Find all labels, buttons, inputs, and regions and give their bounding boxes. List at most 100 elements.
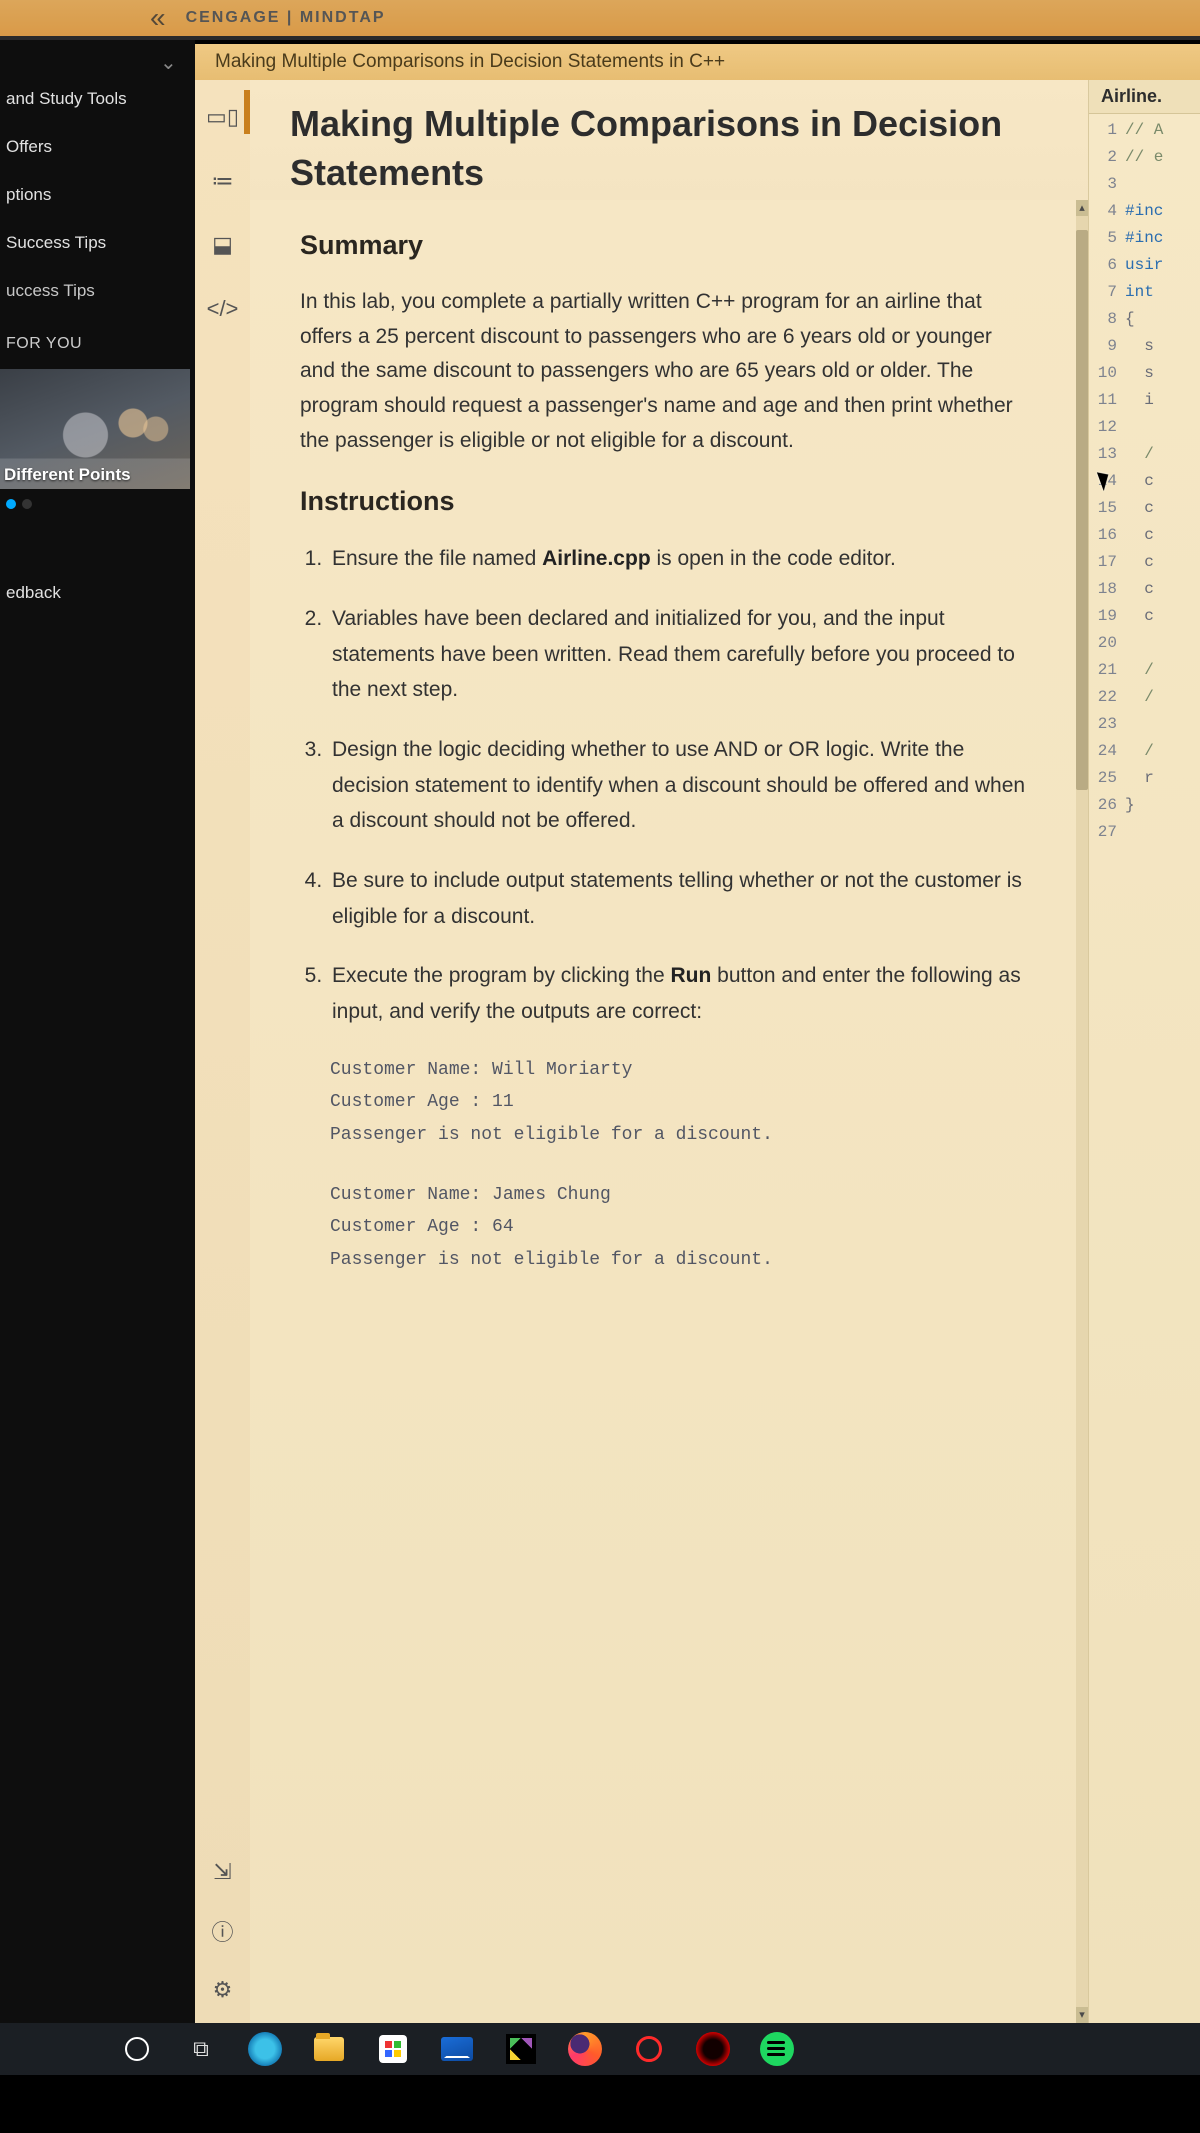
line-number: 10 (1089, 364, 1125, 382)
file-explorer-icon[interactable] (312, 2032, 346, 2066)
code-line[interactable]: 7int (1089, 278, 1200, 305)
code-editor-pane[interactable]: Airline. 1// A2// e 3 4#inc5#inc6usir7int8… (1088, 80, 1200, 2023)
code-line[interactable]: 24 / (1089, 737, 1200, 764)
firefox-icon[interactable] (568, 2032, 602, 2066)
code-line[interactable]: 6usir (1089, 251, 1200, 278)
opera-gx-icon[interactable] (696, 2032, 730, 2066)
line-number: 21 (1089, 661, 1125, 679)
start-menu-icon[interactable] (120, 2032, 154, 2066)
sample-io-2: Customer Name: James Chung Customer Age … (330, 1179, 1030, 1276)
code-line[interactable]: 16 c (1089, 521, 1200, 548)
code-text: c (1125, 607, 1154, 625)
line-number: 18 (1089, 580, 1125, 598)
sidebar-item-offers[interactable]: Offers (0, 123, 195, 171)
instruction-step-4: Be sure to include output statements tel… (328, 863, 1030, 934)
carousel-dots[interactable] (0, 489, 195, 509)
code-line[interactable]: 9 s (1089, 332, 1200, 359)
sidebar-collapse-icon[interactable]: ⌄ (0, 40, 195, 75)
brand-label: CENGAGE | MINDTAP (186, 9, 386, 27)
windows-taskbar[interactable]: ⧉ (0, 2023, 1200, 2075)
line-number: 3 (1089, 175, 1125, 193)
sidebar-item-study-tools[interactable]: and Study Tools (0, 75, 195, 123)
book-icon[interactable]: ▭▯ (206, 104, 239, 130)
scroll-up-icon[interactable]: ▴ (1076, 200, 1088, 216)
sidebar-recommended-heading: FOR YOU (0, 315, 195, 361)
code-lines[interactable]: 1// A2// e34#inc5#inc6usir7int8{9 s10 s1… (1089, 114, 1200, 845)
settings-icon[interactable]: ⚙ (213, 1977, 233, 2003)
line-number: 17 (1089, 553, 1125, 571)
instruction-step-1: Ensure the file named Airline.cpp is ope… (328, 541, 1030, 577)
ms-store-icon[interactable] (376, 2032, 410, 2066)
code-line[interactable]: 5#inc (1089, 224, 1200, 251)
line-number: 11 (1089, 391, 1125, 409)
code-text: / (1125, 661, 1154, 679)
sidebar-item-success-tips-2[interactable]: uccess Tips (0, 267, 195, 315)
help-icon[interactable]: ⓘ (211, 1915, 233, 1947)
line-number: 27 (1089, 823, 1125, 841)
opera-icon[interactable] (632, 2032, 666, 2066)
line-number: 19 (1089, 607, 1125, 625)
summary-heading: Summary (300, 230, 1030, 261)
task-view-icon[interactable]: ⧉ (184, 2032, 218, 2066)
code-line[interactable]: 26} (1089, 791, 1200, 818)
sidebar-item-feedback[interactable]: edback (0, 569, 195, 617)
code-line[interactable]: 12 (1089, 413, 1200, 440)
code-text: i (1125, 391, 1154, 409)
code-line[interactable]: 4#inc (1089, 197, 1200, 224)
sidebar-item-success-tips[interactable]: Success Tips (0, 219, 195, 267)
code-text: #inc (1125, 229, 1163, 247)
line-number: 1 (1089, 121, 1125, 139)
share-icon[interactable]: ⇲ (213, 1859, 231, 1885)
code-line[interactable]: 11 i (1089, 386, 1200, 413)
line-number: 25 (1089, 769, 1125, 787)
edge-browser-icon[interactable] (248, 2032, 282, 2066)
recommended-thumbnail[interactable]: Different Points (0, 369, 190, 489)
instruction-step-5: Execute the program by clicking the Run … (328, 958, 1030, 1029)
scroll-thumb[interactable] (1076, 230, 1088, 790)
media-app-icon[interactable] (504, 2032, 538, 2066)
recommended-title: Different Points (4, 465, 131, 485)
code-text: / (1125, 742, 1154, 760)
mail-icon[interactable] (440, 2032, 474, 2066)
code-line[interactable]: 3 (1089, 170, 1200, 197)
code-text: c (1125, 526, 1154, 544)
code-line[interactable]: 20 (1089, 629, 1200, 656)
stats-icon[interactable]: ⬓ (212, 232, 233, 258)
line-number: 16 (1089, 526, 1125, 544)
line-number: 14 (1089, 472, 1125, 490)
summary-body: In this lab, you complete a partially wr… (300, 285, 1030, 458)
code-line[interactable]: 17 c (1089, 548, 1200, 575)
code-line[interactable]: 14 c (1089, 467, 1200, 494)
sidebar-item-options[interactable]: ptions (0, 171, 195, 219)
line-number: 20 (1089, 634, 1125, 652)
code-text: / (1125, 688, 1154, 706)
code-line[interactable]: 15 c (1089, 494, 1200, 521)
code-line[interactable]: 8{ (1089, 305, 1200, 332)
code-line[interactable]: 1// A (1089, 116, 1200, 143)
carousel-dot-active[interactable] (6, 499, 16, 509)
editor-tab[interactable]: Airline. (1089, 80, 1200, 114)
code-line[interactable]: 27 (1089, 818, 1200, 845)
nav-back-icon[interactable]: « (150, 2, 166, 34)
code-line[interactable]: 13 / (1089, 440, 1200, 467)
sample-io-1: Customer Name: Will Moriarty Customer Ag… (330, 1054, 1030, 1151)
code-line[interactable]: 2// e (1089, 143, 1200, 170)
scroll-down-icon[interactable]: ▾ (1076, 2007, 1088, 2023)
content-scrollbar[interactable]: ▴ ▾ (1076, 200, 1088, 2023)
line-number: 26 (1089, 796, 1125, 814)
monitor-bezel (0, 2075, 1200, 2133)
code-line[interactable]: 10 s (1089, 359, 1200, 386)
code-icon[interactable]: </> (207, 296, 239, 322)
code-line[interactable]: 23 (1089, 710, 1200, 737)
carousel-dot[interactable] (22, 499, 32, 509)
code-line[interactable]: 22 / (1089, 683, 1200, 710)
code-line[interactable]: 18 c (1089, 575, 1200, 602)
code-line[interactable]: 21 / (1089, 656, 1200, 683)
breadcrumb-bar: Making Multiple Comparisons in Decision … (195, 44, 1200, 80)
code-text: } (1125, 796, 1135, 814)
toc-icon[interactable]: ≔ (212, 168, 234, 194)
spotify-icon[interactable] (760, 2032, 794, 2066)
code-line[interactable]: 25 r (1089, 764, 1200, 791)
code-line[interactable]: 19 c (1089, 602, 1200, 629)
line-number: 15 (1089, 499, 1125, 517)
